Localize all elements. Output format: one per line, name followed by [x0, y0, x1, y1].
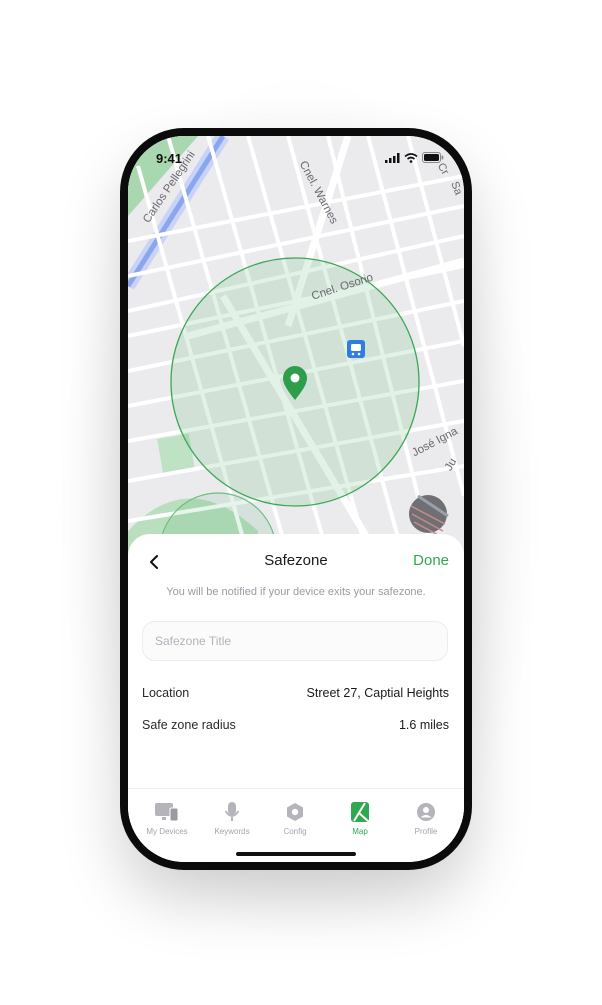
tab-map[interactable]: Map: [330, 801, 390, 836]
status-time: 9:41: [156, 151, 183, 166]
signal-icon: [385, 152, 400, 163]
devices-icon: [155, 803, 179, 822]
map-view[interactable]: Carlos Pellegrini Cnel. Warnes Cnel. Oso…: [128, 136, 464, 556]
radius-label: Safe zone radius: [142, 718, 236, 732]
tab-label: Keywords: [214, 827, 250, 836]
safezone-hint: You will be notified if your device exit…: [166, 586, 426, 598]
tab-label: My Devices: [146, 827, 188, 836]
done-button[interactable]: Done: [413, 552, 449, 569]
phone-screen: Carlos Pellegrini Cnel. Warnes Cnel. Oso…: [128, 136, 464, 862]
tab-my-devices[interactable]: My Devices: [137, 801, 197, 836]
safezone-title-input[interactable]: [142, 621, 448, 661]
tab-label: Config: [283, 827, 307, 836]
tab-config[interactable]: Config: [265, 801, 325, 836]
train-station-icon[interactable]: [347, 340, 365, 358]
radius-value: 1.6 miles: [398, 718, 449, 732]
tab-keywords[interactable]: Keywords: [202, 801, 262, 836]
wifi-icon: [404, 152, 418, 163]
tab-label: Profile: [414, 827, 438, 836]
hexagon-settings-icon: [287, 803, 303, 821]
status-icons: [385, 152, 444, 163]
tab-profile[interactable]: Profile: [396, 801, 456, 836]
phone-frame: Carlos Pellegrini Cnel. Warnes Cnel. Oso…: [120, 128, 472, 870]
status-bar: 9:41: [128, 136, 464, 180]
battery-icon: [422, 152, 444, 163]
tab-label: Map: [352, 827, 368, 836]
location-value: Street 27, Captial Heights: [306, 686, 449, 700]
profile-icon: [417, 803, 435, 821]
bottom-tab-bar: My Devices Keywords Config Map Profile: [128, 788, 464, 862]
home-indicator: [236, 852, 356, 856]
location-label: Location: [142, 686, 190, 700]
microphone-icon: [224, 802, 240, 821]
map-icon: [351, 802, 370, 823]
